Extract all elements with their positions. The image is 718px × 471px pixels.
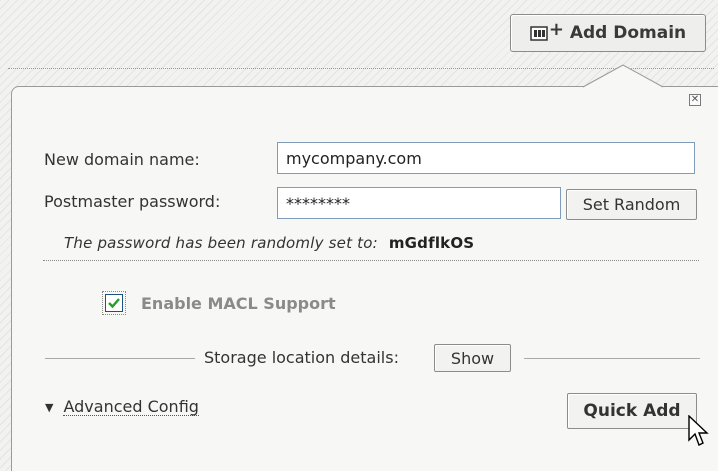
random-password-note: The password has been randomly set to: m… <box>64 234 474 252</box>
random-password-value: mGdflkOS <box>388 234 475 252</box>
storage-divider-right <box>524 358 700 359</box>
random-password-note-text: The password has been randomly set to: <box>64 234 378 252</box>
close-icon[interactable]: ✕ <box>689 94 701 106</box>
quick-add-button[interactable]: Quick Add <box>567 393 697 429</box>
domain-add-icon: + <box>530 19 564 43</box>
domain-name-input[interactable] <box>277 142 695 174</box>
storage-divider-left <box>45 358 195 359</box>
note-divider <box>43 260 699 261</box>
storage-location-label: Storage location details: <box>204 348 399 367</box>
password-label: Postmaster password: <box>44 192 221 211</box>
check-icon <box>108 298 120 309</box>
panel-pointer <box>583 64 663 88</box>
password-input[interactable] <box>277 187 561 219</box>
domain-name-label: New domain name: <box>44 150 200 169</box>
show-storage-button[interactable]: Show <box>434 344 511 372</box>
set-random-button[interactable]: Set Random <box>566 189 697 220</box>
macl-label: Enable MACL Support <box>141 294 336 313</box>
add-domain-label: Add Domain <box>569 23 687 43</box>
advanced-config-label: Advanced Config <box>63 397 199 416</box>
macl-checkbox[interactable] <box>102 291 126 315</box>
add-domain-button[interactable]: + Add Domain <box>510 14 706 52</box>
mouse-cursor-icon <box>688 415 709 446</box>
advanced-config-toggle[interactable]: ▼ Advanced Config <box>45 398 199 416</box>
triangle-down-icon: ▼ <box>45 400 54 414</box>
